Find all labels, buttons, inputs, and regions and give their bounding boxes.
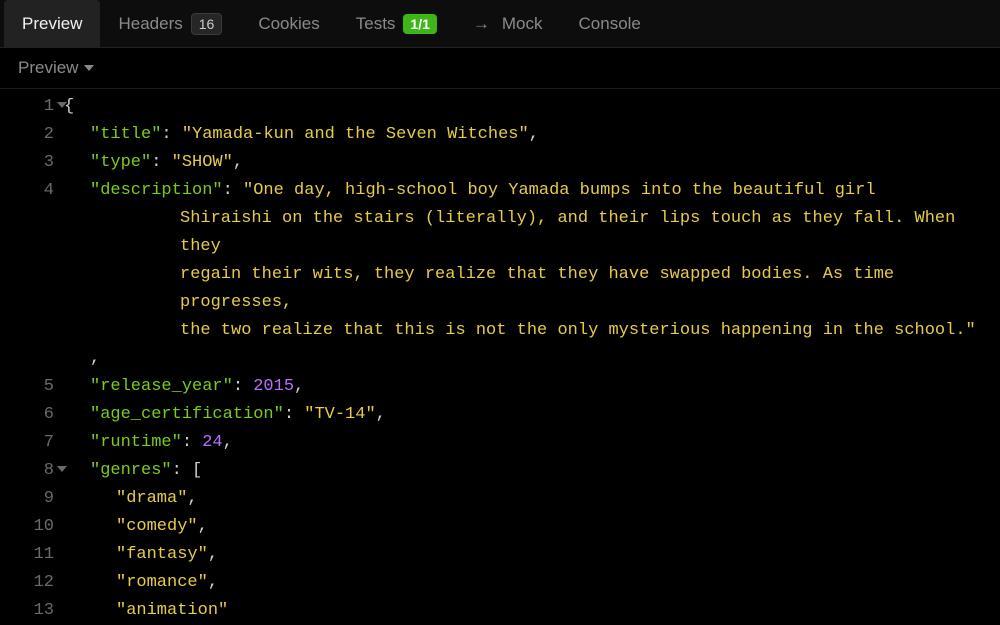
tab-mock-label: Mock <box>502 14 543 34</box>
line-number: 12 <box>0 569 64 597</box>
preview-mode-dropdown[interactable]: Preview <box>0 48 1000 89</box>
code-line: "runtime": 24, <box>64 429 1000 457</box>
tab-console-label: Console <box>579 14 641 34</box>
tab-headers-label: Headers <box>118 14 182 34</box>
code-line: "animation" <box>64 597 1000 625</box>
headers-count-badge: 16 <box>191 13 223 35</box>
line-number: 7 <box>0 429 64 457</box>
line-number: 1 <box>0 93 64 121</box>
line-number: 10 <box>0 513 64 541</box>
line-number: 9 <box>0 485 64 513</box>
preview-mode-label: Preview <box>18 58 78 78</box>
code-line: { <box>64 93 1000 121</box>
line-number: 6 <box>0 401 64 429</box>
tab-tests[interactable]: Tests 1/1 <box>338 0 455 47</box>
chevron-down-icon <box>84 65 94 71</box>
code-line: "description": "One day, high-school boy… <box>64 177 1000 373</box>
code-line: "title": "Yamada-kun and the Seven Witch… <box>64 121 1000 149</box>
tests-pass-badge: 1/1 <box>403 14 436 34</box>
tab-tests-label: Tests <box>356 14 396 34</box>
code-line: "age_certification": "TV-14", <box>64 401 1000 429</box>
tab-console[interactable]: Console <box>561 0 659 47</box>
tab-mock[interactable]: → Mock <box>455 0 561 47</box>
arrow-right-icon: → <box>473 14 490 34</box>
tab-preview[interactable]: Preview <box>4 0 100 47</box>
tab-cookies-label: Cookies <box>258 14 319 34</box>
json-preview: 1 { 2 "title": "Yamada-kun and the Seven… <box>0 89 1000 625</box>
response-tabs: Preview Headers 16 Cookies Tests 1/1 → M… <box>0 0 1000 48</box>
line-number: 8 <box>0 457 64 485</box>
fold-toggle-icon[interactable] <box>57 102 67 108</box>
code-line: "drama", <box>64 485 1000 513</box>
line-number: 13 <box>0 597 64 625</box>
code-line: "romance", <box>64 569 1000 597</box>
tab-preview-label: Preview <box>22 14 82 34</box>
code-line: "fantasy", <box>64 541 1000 569</box>
line-number: 4 <box>0 177 64 205</box>
line-number: 3 <box>0 149 64 177</box>
code-line: "comedy", <box>64 513 1000 541</box>
line-number: 5 <box>0 373 64 401</box>
tab-cookies[interactable]: Cookies <box>240 0 337 47</box>
code-line: "release_year": 2015, <box>64 373 1000 401</box>
code-line: "genres": [ <box>64 457 1000 485</box>
line-number: 2 <box>0 121 64 149</box>
tab-headers[interactable]: Headers 16 <box>100 0 240 47</box>
code-line: "type": "SHOW", <box>64 149 1000 177</box>
line-number: 11 <box>0 541 64 569</box>
fold-toggle-icon[interactable] <box>57 466 67 472</box>
